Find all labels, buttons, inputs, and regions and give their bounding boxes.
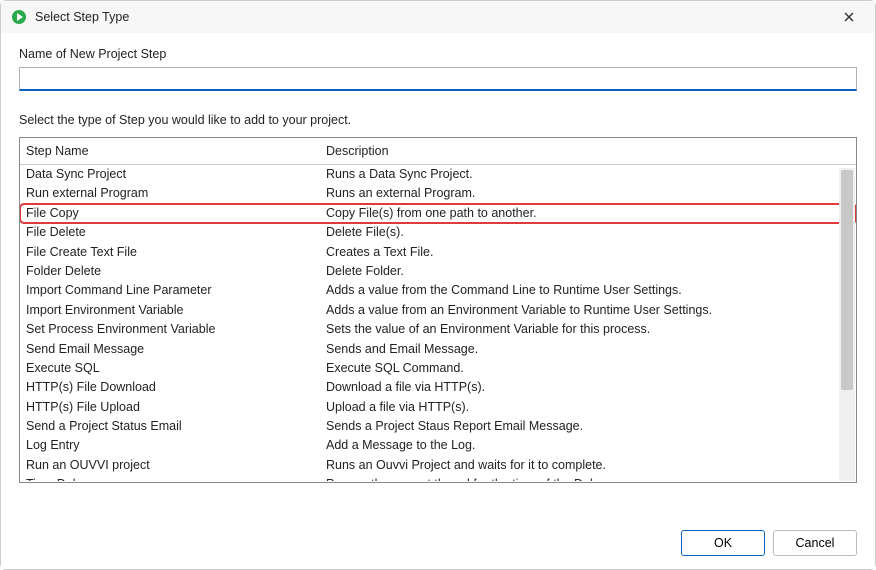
- table-row[interactable]: HTTP(s) File UploadUpload a file via HTT…: [20, 398, 856, 417]
- scrollbar[interactable]: [839, 168, 855, 481]
- table-row[interactable]: Run an OUVVI projectRuns an Ouvvi Projec…: [20, 456, 856, 475]
- table-row[interactable]: Execute SQLExecute SQL Command.: [20, 359, 856, 378]
- cell-step-description: Execute SQL Command.: [320, 359, 856, 378]
- table-header: Step Name Description: [20, 138, 856, 165]
- dialog-footer: OK Cancel: [1, 517, 875, 569]
- cell-step-description: Adds a value from the Command Line to Ru…: [320, 281, 856, 300]
- cell-step-description: Copy File(s) from one path to another.: [320, 204, 856, 223]
- cell-step-description: Sets the value of an Environment Variabl…: [320, 320, 856, 339]
- table-row[interactable]: Data Sync ProjectRuns a Data Sync Projec…: [20, 165, 856, 184]
- step-type-table: Step Name Description Data Sync ProjectR…: [19, 137, 857, 483]
- cell-step-name: Send a Project Status Email: [20, 417, 320, 436]
- table-row[interactable]: Send Email MessageSends and Email Messag…: [20, 340, 856, 359]
- cell-step-description: Runs a Data Sync Project.: [320, 165, 856, 184]
- scrollbar-thumb[interactable]: [841, 170, 853, 390]
- cell-step-name: Import Command Line Parameter: [20, 281, 320, 300]
- cell-step-name: HTTP(s) File Upload: [20, 398, 320, 417]
- cell-step-name: Log Entry: [20, 436, 320, 455]
- cancel-button[interactable]: Cancel: [773, 530, 857, 556]
- cell-step-name: Folder Delete: [20, 262, 320, 281]
- column-header-description[interactable]: Description: [320, 138, 856, 164]
- cell-step-name: File Create Text File: [20, 243, 320, 262]
- table-body[interactable]: Data Sync ProjectRuns a Data Sync Projec…: [20, 165, 856, 481]
- cell-step-name: Run an OUVVI project: [20, 456, 320, 475]
- table-row[interactable]: Send a Project Status EmailSends a Proje…: [20, 417, 856, 436]
- table-row[interactable]: File Create Text FileCreates a Text File…: [20, 243, 856, 262]
- table-row[interactable]: File CopyCopy File(s) from one path to a…: [20, 204, 856, 223]
- cell-step-name: File Copy: [20, 204, 320, 223]
- cell-step-name: Execute SQL: [20, 359, 320, 378]
- window-title: Select Step Type: [35, 10, 833, 24]
- cell-step-description: Adds a value from an Environment Variabl…: [320, 301, 856, 320]
- cell-step-description: Runs an external Program.: [320, 184, 856, 203]
- cell-step-description: Upload a file via HTTP(s).: [320, 398, 856, 417]
- cell-step-name: Time Delay: [20, 475, 320, 481]
- column-header-name[interactable]: Step Name: [20, 138, 320, 164]
- table-row[interactable]: Log EntryAdd a Message to the Log.: [20, 436, 856, 455]
- cell-step-description: Delete File(s).: [320, 223, 856, 242]
- cell-step-name: Run external Program: [20, 184, 320, 203]
- cell-step-description: Delete Folder.: [320, 262, 856, 281]
- table-row[interactable]: Run external ProgramRuns an external Pro…: [20, 184, 856, 203]
- cell-step-description: Runs an Ouvvi Project and waits for it t…: [320, 456, 856, 475]
- instruction-text: Select the type of Step you would like t…: [19, 113, 857, 127]
- cell-step-name: Send Email Message: [20, 340, 320, 359]
- cell-step-description: Add a Message to the Log.: [320, 436, 856, 455]
- cell-step-name: File Delete: [20, 223, 320, 242]
- ok-button[interactable]: OK: [681, 530, 765, 556]
- cell-step-description: Pauses the current thread for the time o…: [320, 475, 856, 481]
- table-row[interactable]: HTTP(s) File DownloadDownload a file via…: [20, 378, 856, 397]
- app-icon: [11, 9, 27, 25]
- title-bar: Select Step Type: [1, 1, 875, 33]
- cell-step-description: Sends a Project Staus Report Email Messa…: [320, 417, 856, 436]
- cell-step-description: Download a file via HTTP(s).: [320, 378, 856, 397]
- cell-step-description: Creates a Text File.: [320, 243, 856, 262]
- cell-step-name: Set Process Environment Variable: [20, 320, 320, 339]
- cell-step-description: Sends and Email Message.: [320, 340, 856, 359]
- table-row[interactable]: Folder DeleteDelete Folder.: [20, 262, 856, 281]
- table-row[interactable]: Set Process Environment VariableSets the…: [20, 320, 856, 339]
- table-row[interactable]: Import Environment VariableAdds a value …: [20, 301, 856, 320]
- table-row[interactable]: File DeleteDelete File(s).: [20, 223, 856, 242]
- dialog-content: Name of New Project Step Select the type…: [1, 33, 875, 483]
- cell-step-name: Data Sync Project: [20, 165, 320, 184]
- close-button[interactable]: [833, 5, 865, 29]
- step-name-input[interactable]: [19, 67, 857, 91]
- table-row[interactable]: Time DelayPauses the current thread for …: [20, 475, 856, 481]
- cell-step-name: HTTP(s) File Download: [20, 378, 320, 397]
- name-field-label: Name of New Project Step: [19, 47, 857, 61]
- cell-step-name: Import Environment Variable: [20, 301, 320, 320]
- table-row[interactable]: Import Command Line ParameterAdds a valu…: [20, 281, 856, 300]
